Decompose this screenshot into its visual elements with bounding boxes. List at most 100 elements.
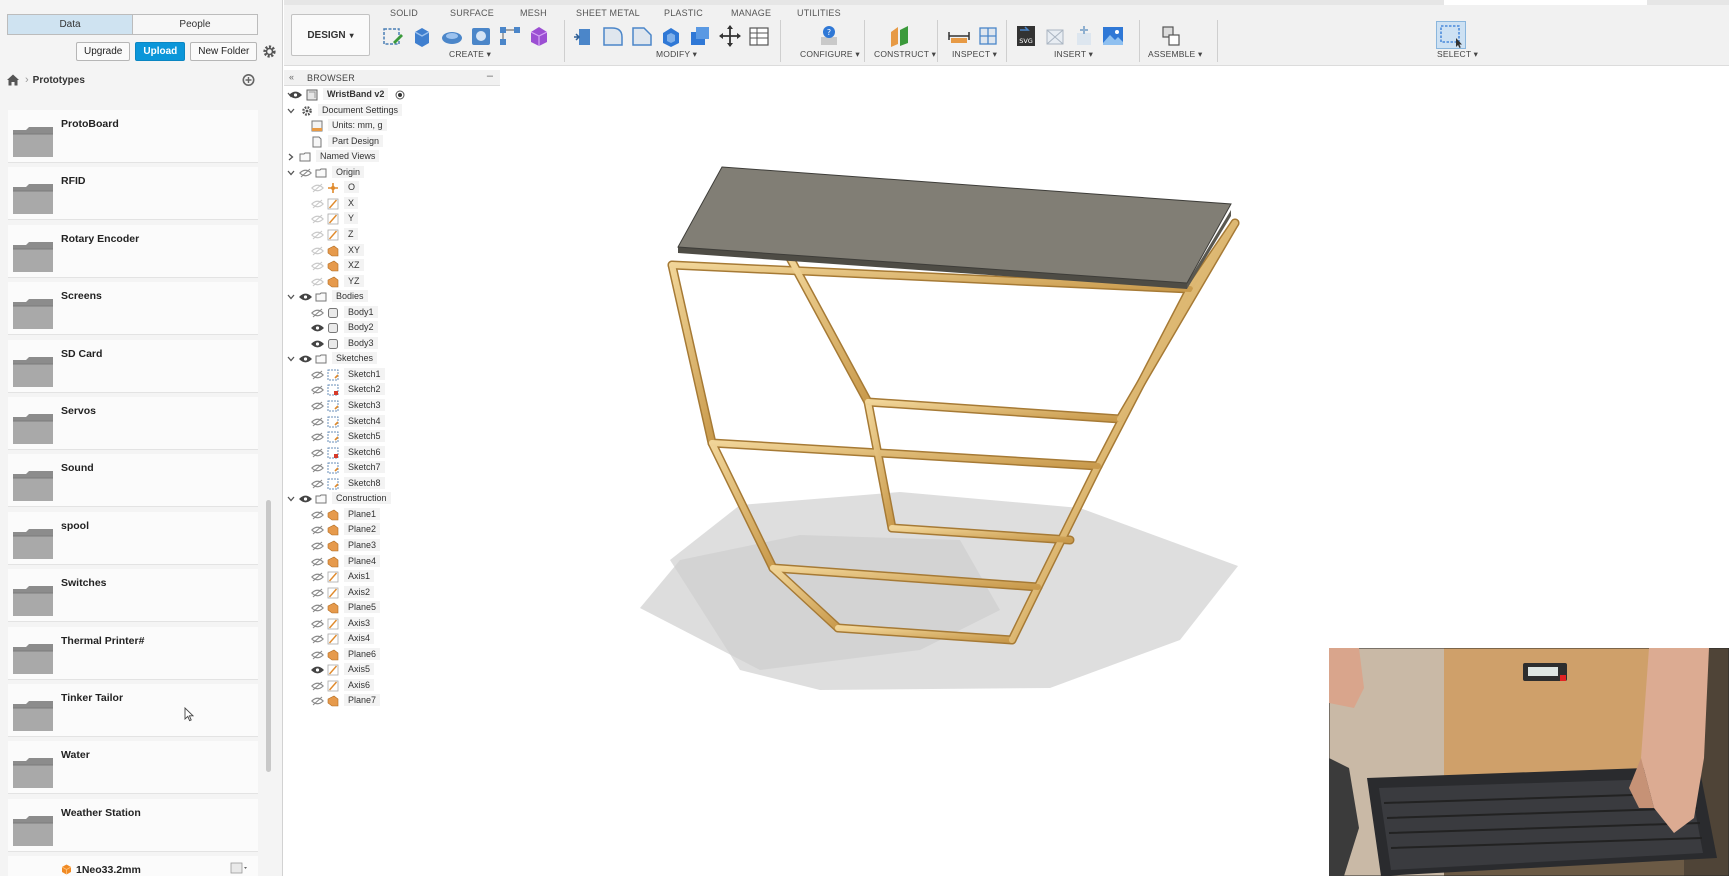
insert-svg-icon[interactable]: SVG [1014, 24, 1038, 48]
chevron-right-icon[interactable] [286, 152, 296, 162]
folder-list-item[interactable]: Servos [8, 396, 258, 450]
tree-construction-item[interactable]: Axis4 [288, 632, 498, 646]
activate-component-radio-icon[interactable] [395, 90, 405, 100]
chevron-down-icon[interactable] [286, 354, 296, 364]
visibility-off-icon[interactable] [311, 183, 324, 193]
visibility-off-icon[interactable] [311, 261, 324, 271]
gear-icon[interactable] [262, 44, 277, 59]
tab-mesh[interactable]: MESH [520, 8, 547, 18]
select-tool[interactable] [1436, 21, 1466, 49]
minimize-icon[interactable]: – [487, 70, 493, 82]
tree-construction-item[interactable]: Axis2 [288, 585, 498, 600]
visibility-off-icon[interactable] [311, 214, 324, 224]
move-icon[interactable] [718, 24, 742, 48]
tab-people[interactable]: People [132, 15, 257, 34]
sync-icon[interactable] [241, 73, 256, 87]
tree-origin-item[interactable]: O [288, 181, 498, 195]
tab-solid[interactable]: SOLID [390, 8, 418, 18]
home-icon[interactable] [6, 73, 20, 87]
version-menu-icon[interactable] [230, 862, 250, 874]
visibility-off-icon[interactable] [311, 541, 324, 551]
insert-mesh-icon[interactable] [1043, 24, 1067, 48]
folder-list-item[interactable]: RFID [8, 167, 258, 221]
chevron-down-icon[interactable] [286, 494, 296, 504]
tree-construction-item[interactable]: Plane1 [288, 507, 498, 522]
tree-document-settings[interactable]: Document Settings [287, 103, 498, 118]
visibility-off-icon[interactable] [311, 370, 324, 380]
tree-origin[interactable]: Origin [286, 165, 498, 180]
visibility-icon[interactable] [311, 323, 324, 333]
tree-sketch-item[interactable]: Sketch6 [288, 445, 498, 460]
tree-sketch-item[interactable]: Sketch4 [288, 414, 498, 429]
visibility-off-icon[interactable] [311, 385, 324, 395]
visibility-off-icon[interactable] [311, 401, 324, 411]
create-form-icon[interactable] [527, 24, 551, 48]
tree-sketches[interactable]: Sketches [286, 352, 498, 366]
chevron-down-icon[interactable] [286, 168, 296, 178]
hole-icon[interactable] [469, 24, 493, 48]
visibility-off-icon[interactable] [311, 588, 324, 598]
offset-plane-icon[interactable] [888, 24, 912, 48]
visibility-off-icon[interactable] [311, 277, 324, 287]
folder-list-item[interactable]: Water [8, 741, 258, 795]
tab-utilities[interactable]: UTILITIES [797, 8, 841, 18]
tree-construction-item[interactable]: Axis1 [288, 570, 498, 584]
tab-sheet-metal[interactable]: SHEET METAL [576, 8, 640, 18]
visibility-off-icon[interactable] [311, 448, 324, 458]
visibility-off-icon[interactable] [311, 510, 324, 520]
change-parameters-icon[interactable] [747, 24, 771, 48]
revolve-icon[interactable] [440, 24, 464, 48]
combine-icon[interactable] [688, 24, 712, 48]
visibility-off-icon[interactable] [311, 463, 324, 473]
breadcrumb-current[interactable]: Prototypes [33, 75, 85, 86]
folder-list-item[interactable]: Rotary Encoder [8, 224, 258, 278]
shell-icon[interactable] [659, 24, 683, 48]
folder-list-item[interactable]: Thermal Printer# [8, 626, 258, 680]
folder-list-item[interactable]: SD Card [8, 339, 258, 393]
tree-origin-item[interactable]: XZ [288, 259, 498, 273]
upgrade-button[interactable]: Upgrade [76, 42, 131, 61]
tree-construction-item[interactable]: Axis3 [288, 616, 498, 631]
chevron-down-icon[interactable] [286, 292, 296, 302]
folder-list-item[interactable]: Sound [8, 454, 258, 508]
visibility-off-icon[interactable] [311, 199, 324, 209]
visibility-icon[interactable] [299, 494, 312, 504]
upload-button[interactable]: Upload [135, 42, 186, 61]
collapse-browser-icon[interactable]: « [289, 72, 294, 82]
visibility-off-icon[interactable] [311, 603, 324, 613]
tree-construction-item[interactable]: Plane4 [288, 554, 498, 569]
tab-data[interactable]: Data [8, 15, 132, 34]
tree-body-item[interactable]: Body3 [288, 336, 498, 351]
visibility-off-icon[interactable] [311, 479, 324, 489]
folder-list-item[interactable]: Switches [8, 569, 258, 623]
tree-bodies[interactable]: Bodies [286, 290, 498, 304]
visibility-off-icon[interactable] [311, 572, 324, 582]
workspace-switcher[interactable]: DESIGN ▾ [291, 14, 370, 56]
insert-menu[interactable]: INSERT ▾ [1054, 49, 1093, 60]
visibility-off-icon[interactable] [311, 432, 324, 442]
visibility-off-icon[interactable] [311, 681, 324, 691]
configure-menu[interactable]: CONFIGURE ▾ [800, 49, 860, 60]
configure-icon[interactable]: ? [817, 24, 841, 48]
assemble-menu[interactable]: ASSEMBLE ▾ [1148, 49, 1202, 60]
tree-construction-item[interactable]: Axis5 [288, 663, 498, 677]
visibility-icon[interactable] [299, 354, 312, 364]
tree-root[interactable]: WristBand v2 [287, 88, 498, 102]
tree-sketch-item[interactable]: Sketch8 [288, 476, 498, 491]
visibility-icon[interactable] [289, 90, 302, 100]
tree-construction[interactable]: Construction [286, 492, 498, 506]
tree-sketch-item[interactable]: Sketch3 [288, 399, 498, 413]
tree-origin-item[interactable]: X [288, 196, 498, 211]
folder-list-item[interactable]: spool [8, 511, 258, 565]
select-menu[interactable]: SELECT ▾ [1437, 49, 1478, 60]
model-viewport[interactable] [600, 150, 1250, 700]
tree-units[interactable]: Units: mm, g [288, 119, 498, 133]
visibility-off-icon[interactable] [311, 619, 324, 629]
fillet-icon[interactable] [601, 24, 625, 48]
new-component-icon[interactable] [1159, 24, 1183, 48]
create-menu[interactable]: CREATE ▾ [449, 49, 491, 60]
section-analysis-icon[interactable] [976, 24, 1000, 48]
measure-icon[interactable] [947, 24, 971, 48]
extrude-icon[interactable] [410, 24, 434, 48]
modify-menu[interactable]: MODIFY ▾ [656, 49, 697, 60]
